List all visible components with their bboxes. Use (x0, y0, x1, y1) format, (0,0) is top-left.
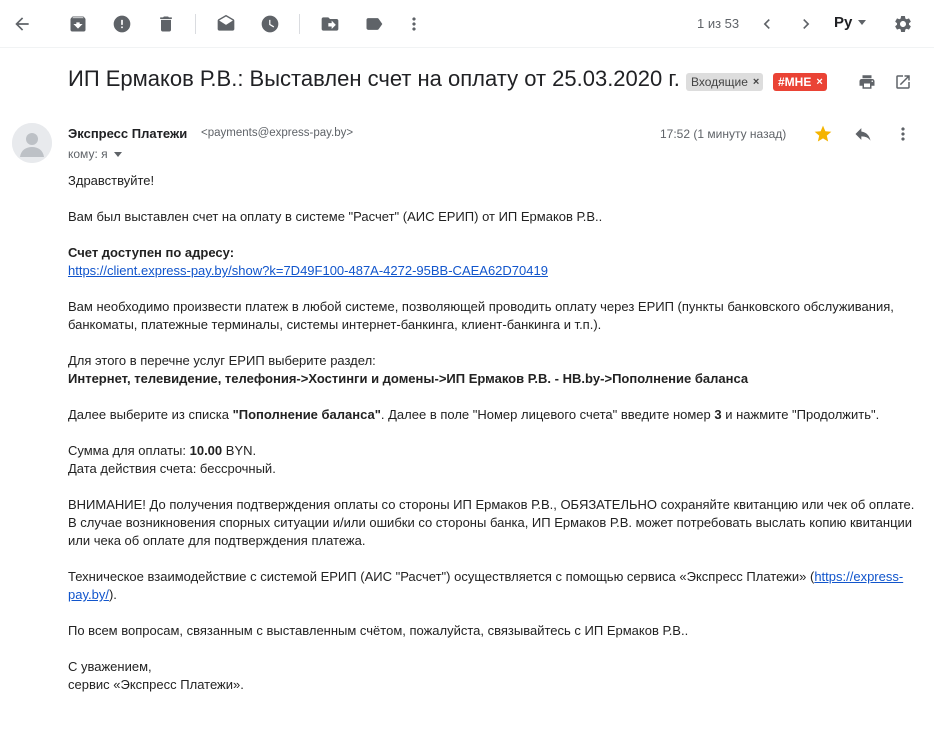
message-body: Здравствуйте! Вам был выставлен счет на … (68, 172, 918, 712)
invoice-link-block: Счет доступен по адресу: https://client.… (68, 244, 918, 280)
invoice-link[interactable]: https://client.express-pay.by/show?k=7D4… (68, 263, 548, 278)
erip-section-block: Для этого в перечне услуг ЕРИП выберите … (68, 352, 918, 388)
select-text: и нажмите "Продолжить". (721, 407, 880, 422)
erip-section-path: Интернет, телевидение, телефония->Хостин… (68, 371, 749, 386)
regards: С уважением, (68, 659, 152, 674)
remove-label-icon[interactable]: × (816, 76, 822, 88)
signature: сервис «Экспресс Платежи». (68, 677, 244, 692)
sender-email: <payments@express-pay.by> (201, 127, 354, 139)
toolbar-divider (195, 14, 196, 34)
toolbar: 1 из 53 Ру (0, 0, 934, 48)
account-number: 3 (714, 407, 722, 422)
reply-icon[interactable] (851, 122, 875, 146)
label-chip-text: #МНЕ (778, 75, 812, 89)
recipient-label: кому: я (68, 147, 108, 161)
back-arrow-icon[interactable] (6, 8, 38, 40)
label-chip-me[interactable]: #МНЕ × (773, 73, 827, 91)
move-to-icon[interactable] (314, 8, 346, 40)
more-vert-icon[interactable] (398, 8, 430, 40)
input-language-label: Ру (834, 14, 853, 31)
remove-label-icon[interactable]: × (753, 76, 759, 88)
label-chip-inbox[interactable]: Входящие × (686, 73, 764, 91)
star-icon[interactable] (811, 122, 835, 146)
technical-text: ). (108, 587, 117, 602)
open-in-new-window-icon[interactable] (891, 70, 915, 94)
questions: По всем вопросам, связанным с выставленн… (68, 623, 689, 638)
amount-value: 10.00 (189, 443, 223, 458)
amount-currency: BYN. (222, 443, 257, 458)
label-chip-text: Входящие (691, 75, 748, 89)
delete-icon[interactable] (150, 8, 182, 40)
sender-avatar[interactable] (12, 123, 52, 163)
pager-count: 1 из 53 (697, 16, 740, 31)
invoice-notice: Вам был выставлен счет на оплату в систе… (68, 209, 603, 224)
invoice-available-label: Счет доступен по адресу: (68, 245, 235, 260)
validity: Дата действия счета: бессрочный. (68, 461, 276, 476)
chevron-down-icon (858, 20, 867, 25)
payment-info: Вам необходимо произвести платеж в любой… (68, 299, 894, 332)
more-vert-icon[interactable] (891, 122, 915, 146)
chevron-left-icon[interactable] (751, 8, 783, 40)
select-text: . Далее в поле "Номер лицевого счета" вв… (380, 407, 715, 422)
settings-gear-icon[interactable] (887, 8, 919, 40)
amount-label: Сумма для оплаты: (68, 443, 190, 458)
signature-block: С уважением, сервис «Экспресс Платежи». (68, 658, 918, 694)
select-item: "Пополнение баланса" (232, 407, 381, 422)
technical-text: Техническое взаимодействие с системой ЕР… (68, 569, 815, 584)
select-text: Далее выберите из списка (68, 407, 233, 422)
sender-name[interactable]: Экспресс Платежи (68, 126, 187, 141)
archive-icon[interactable] (62, 8, 94, 40)
select-instructions: Далее выберите из списка "Пополнение бал… (68, 406, 918, 424)
erip-section-intro: Для этого в перечне услуг ЕРИП выберите … (68, 353, 376, 368)
message-timestamp: 17:52 (1 минуту назад) (660, 127, 787, 141)
email-subject: ИП Ермаков Р.В.: Выставлен счет на оплат… (68, 66, 680, 91)
input-language-selector[interactable]: Ру (834, 14, 867, 31)
mark-unread-icon[interactable] (210, 8, 242, 40)
recipient-details-toggle[interactable]: кому: я (68, 147, 122, 161)
warning-block: ВНИМАНИЕ! До получения подтверждения опл… (68, 496, 918, 550)
amount-block: Сумма для оплаты: 10.00 BYN. Дата действ… (68, 442, 918, 478)
warning-text: ВНИМАНИЕ! До получения подтверждения опл… (68, 497, 915, 512)
print-icon[interactable] (855, 70, 879, 94)
chevron-down-icon (113, 151, 122, 157)
warning-text: В случае возникновения спорных ситуации … (68, 515, 913, 548)
greeting: Здравствуйте! (68, 173, 155, 188)
toolbar-divider (299, 14, 300, 34)
report-spam-icon[interactable] (106, 8, 138, 40)
technical-info: Техническое взаимодействие с системой ЕР… (68, 568, 918, 604)
label-icon[interactable] (358, 8, 390, 40)
snooze-icon[interactable] (254, 8, 286, 40)
chevron-right-icon[interactable] (790, 8, 822, 40)
